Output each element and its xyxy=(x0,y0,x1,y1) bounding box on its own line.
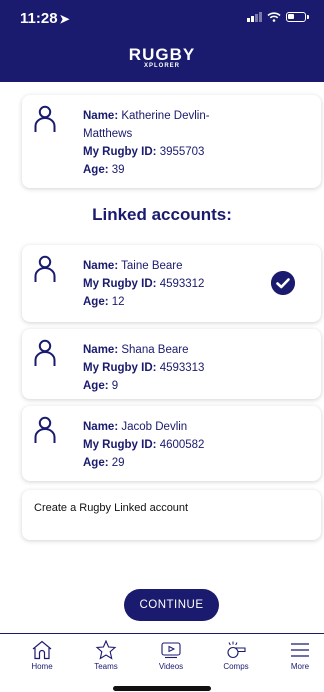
location-icon: ➤ xyxy=(59,12,70,26)
account-rugby-id: 4593313 xyxy=(159,362,205,374)
rugby-id-label: My Rugby ID: xyxy=(83,146,157,158)
account-age: 9 xyxy=(111,380,119,392)
app-logo: RUGBY XPLORER xyxy=(0,46,324,69)
continue-button[interactable]: CONTINUE xyxy=(124,589,219,621)
rugby-id-label: My Rugby ID: xyxy=(83,362,157,374)
account-name: Jacob Devlin xyxy=(121,421,188,433)
create-linked-account-button[interactable]: Create a Rugby Linked account xyxy=(22,490,321,540)
app-header: 11:28 ➤ RUGBY XPLORER xyxy=(0,0,324,82)
create-linked-account-label: Create a Rugby Linked account xyxy=(34,502,189,514)
linked-account-card-jacob[interactable]: Name: Jacob Devlin My Rugby ID: 4600582 … xyxy=(22,406,321,481)
battery-icon xyxy=(286,12,309,22)
account-age: 12 xyxy=(111,296,125,308)
name-label: Name: xyxy=(83,110,119,122)
status-icons xyxy=(247,12,309,22)
account-age: 29 xyxy=(111,457,125,469)
user-icon xyxy=(34,339,56,366)
tab-label: Videos xyxy=(158,662,184,671)
whistle-icon xyxy=(227,641,246,659)
tab-teams[interactable]: Teams xyxy=(76,640,136,671)
account-info: Name: Taine Beare My Rugby ID: 4593312 A… xyxy=(83,257,253,311)
age-label: Age: xyxy=(83,296,109,308)
tab-label: Teams xyxy=(94,662,118,671)
name-label: Name: xyxy=(83,344,119,356)
tab-comps[interactable]: Comps xyxy=(206,640,266,671)
bottom-tab-bar: Home Teams Videos Comps More xyxy=(0,633,324,680)
linked-account-card-taine[interactable]: Name: Taine Beare My Rugby ID: 4593312 A… xyxy=(22,245,321,322)
tab-label: Home xyxy=(31,662,53,671)
age-label: Age: xyxy=(83,457,109,469)
tab-label: Comps xyxy=(223,662,249,671)
account-info: Name: Shana Beare My Rugby ID: 4593313 A… xyxy=(83,341,253,395)
primary-account-card: Name: Katherine Devlin-Matthews My Rugby… xyxy=(22,95,321,188)
checkmark-icon xyxy=(271,271,295,295)
linked-accounts-heading: Linked accounts: xyxy=(92,205,232,224)
tab-more[interactable]: More xyxy=(270,640,324,671)
linked-account-card-shana[interactable]: Name: Shana Beare My Rugby ID: 4593313 A… xyxy=(22,329,321,399)
play-icon xyxy=(161,642,181,659)
account-rugby-id: 3955703 xyxy=(159,146,205,158)
signal-icon xyxy=(247,12,262,22)
tab-videos[interactable]: Videos xyxy=(141,640,201,671)
home-indicator xyxy=(113,686,211,691)
time-text: 11:28 xyxy=(20,10,58,27)
menu-icon xyxy=(291,643,309,657)
tab-label: More xyxy=(290,662,310,671)
tab-home[interactable]: Home xyxy=(12,640,72,671)
account-info: Name: Jacob Devlin My Rugby ID: 4600582 … xyxy=(83,418,253,472)
age-label: Age: xyxy=(83,380,109,392)
home-icon xyxy=(32,640,52,660)
wifi-icon xyxy=(267,12,281,22)
status-bar: 11:28 ➤ xyxy=(0,0,324,34)
account-info: Name: Katherine Devlin-Matthews My Rugby… xyxy=(83,107,253,179)
account-name: Taine Beare xyxy=(121,260,183,272)
rugby-id-label: My Rugby ID: xyxy=(83,278,157,290)
account-rugby-id: 4600582 xyxy=(159,439,205,451)
account-rugby-id: 4593312 xyxy=(159,278,205,290)
logo-main-text: RUGBY xyxy=(128,45,196,64)
rugby-id-label: My Rugby ID: xyxy=(83,439,157,451)
user-icon xyxy=(34,255,56,282)
name-label: Name: xyxy=(83,260,119,272)
account-name: Shana Beare xyxy=(121,344,189,356)
age-label: Age: xyxy=(83,164,109,176)
user-icon xyxy=(34,416,56,443)
star-icon xyxy=(95,640,117,660)
account-age: 39 xyxy=(111,164,125,176)
status-time: 11:28 ➤ xyxy=(20,10,70,27)
user-icon xyxy=(34,105,56,132)
logo-sub-text: XPLORER xyxy=(143,63,180,69)
name-label: Name: xyxy=(83,421,119,433)
